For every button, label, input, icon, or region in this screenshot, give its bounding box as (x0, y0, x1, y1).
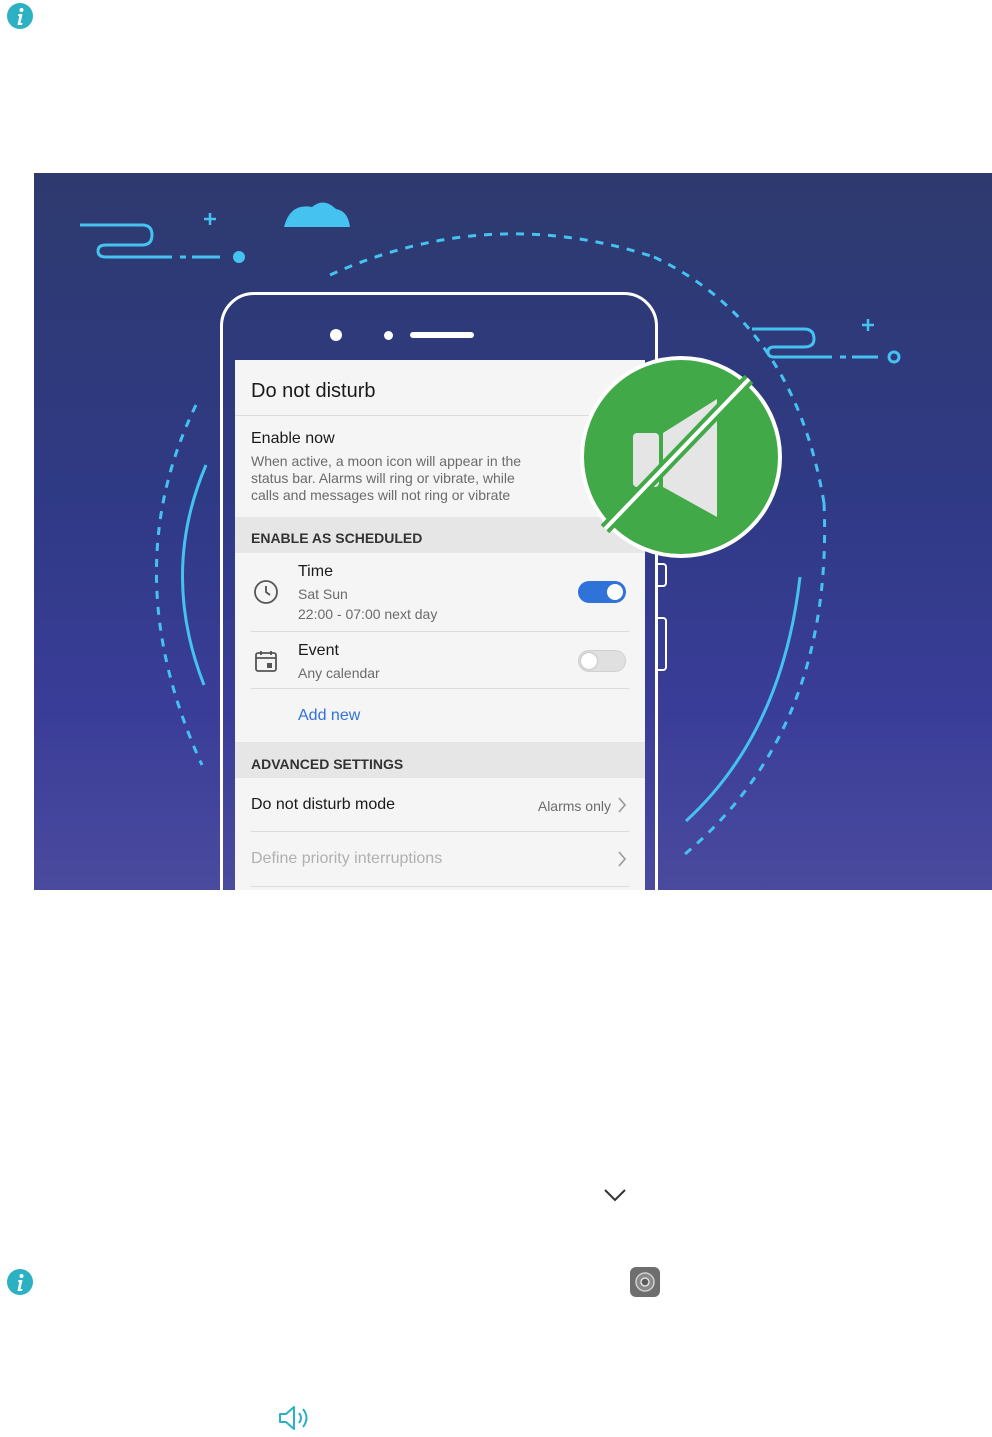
clock-icon (253, 579, 279, 610)
description-line: status bar. Alarms will ring or vibrate,… (251, 470, 515, 486)
schedule-item-event[interactable]: Event Any calendar (235, 632, 645, 688)
section-header-advanced: ADVANCED SETTINGS (235, 742, 645, 778)
time-toggle[interactable] (578, 581, 626, 603)
time-days: Sat Sun (298, 586, 348, 602)
enable-now-label: Enable now (251, 430, 335, 447)
section-label: ENABLE AS SCHEDULED (251, 530, 423, 546)
volume-icon (277, 1404, 313, 1437)
schedule-item-time[interactable]: Time Sat Sun 22:00 - 07:00 next day (235, 553, 645, 631)
calendar-icon (254, 649, 278, 678)
volume-key (658, 563, 667, 587)
chevron-right-icon (617, 797, 627, 818)
add-new-link[interactable]: Add new (235, 689, 645, 742)
event-sub: Any calendar (298, 665, 380, 681)
event-label: Event (298, 642, 339, 659)
toggle-knob (607, 584, 623, 600)
event-toggle[interactable] (578, 650, 626, 672)
dnd-mode-value: Alarms only (537, 798, 611, 814)
toggle-knob (581, 653, 597, 669)
section-label: ADVANCED SETTINGS (251, 756, 404, 772)
description-line: When active, a moon icon will appear in … (251, 453, 522, 469)
do-not-disturb-illustration: Do not disturb Enable now When active, a… (34, 173, 992, 890)
chevron-down-icon (603, 1187, 627, 1208)
add-new-label: Add new (298, 707, 361, 724)
time-range: 22:00 - 07:00 next day (298, 606, 438, 622)
front-camera (330, 329, 342, 341)
priority-label: Define priority interruptions (251, 850, 443, 867)
settings-app-icon (629, 1266, 661, 1303)
info-icon (6, 2, 34, 30)
earpiece (410, 332, 474, 338)
priority-item[interactable]: Define priority interruptions (235, 832, 645, 886)
power-key (658, 617, 667, 671)
enable-now-description: When active, a moon icon will appear in … (251, 453, 521, 504)
dnd-mode-item[interactable]: Do not disturb mode Alarms only (235, 778, 645, 830)
chevron-right-icon (617, 851, 627, 872)
front-sensor (384, 331, 393, 340)
divider (251, 886, 629, 887)
info-icon (6, 1268, 34, 1296)
description-line: calls and messages will not ring or vibr… (251, 487, 511, 503)
dnd-mode-label: Do not disturb mode (251, 796, 396, 813)
time-label: Time (298, 563, 333, 580)
muted-speaker-icon (579, 355, 783, 559)
